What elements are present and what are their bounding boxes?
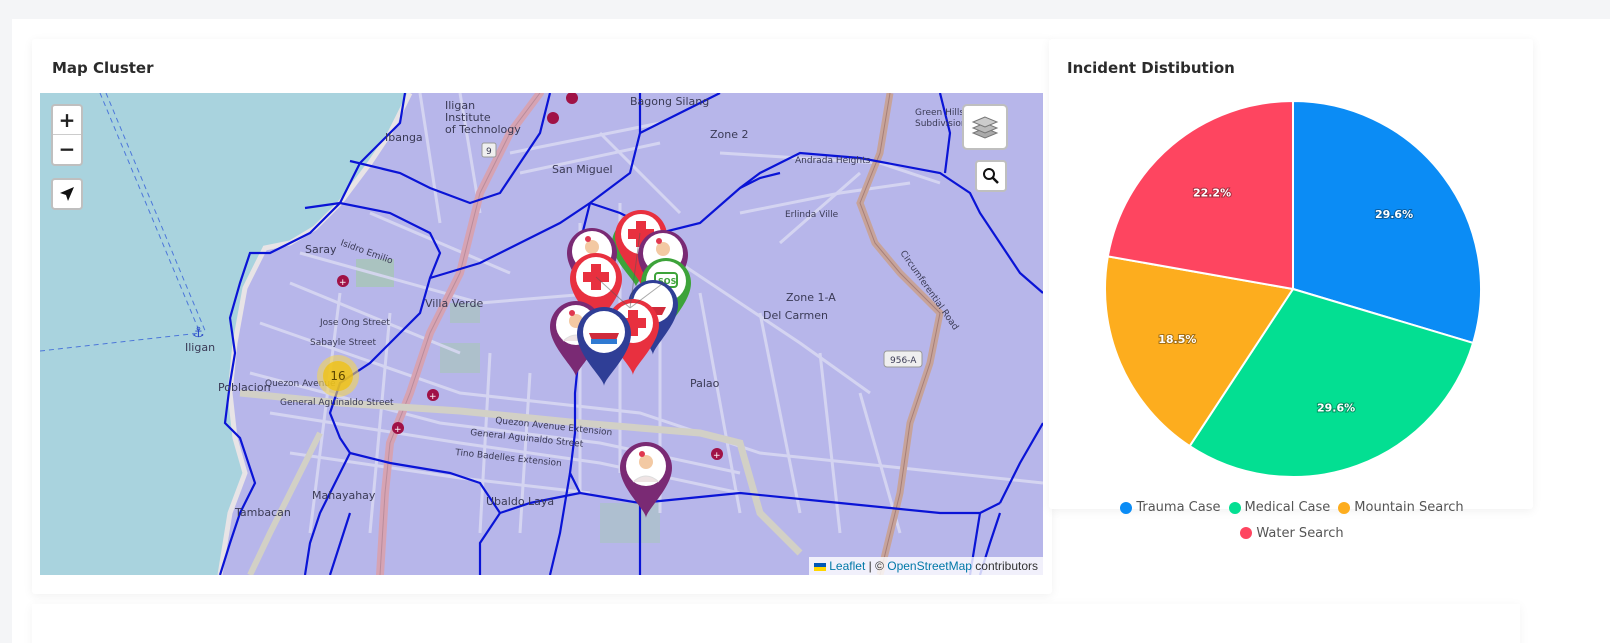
svg-text:Andrada Heights: Andrada Heights — [795, 156, 871, 166]
legend-marker — [1120, 501, 1133, 514]
water-rescue-marker — [577, 307, 631, 386]
layers-icon — [971, 116, 999, 139]
svg-text:Zone 1-A: Zone 1-A — [786, 291, 836, 304]
svg-text:956-A: 956-A — [890, 356, 917, 366]
legend-marker — [1228, 501, 1241, 514]
map-cluster-card: Map Cluster Iligan Institute of Technolo… — [32, 39, 1052, 594]
chart-legend: Trauma Case Medical Case Mountain Search Wa… — [1050, 496, 1534, 547]
legend-marker — [1240, 527, 1253, 539]
attribution-suffix: contributors — [971, 559, 1038, 573]
svg-text:Erlinda Ville: Erlinda Ville — [785, 210, 839, 220]
zoom-in-button[interactable]: + — [53, 106, 81, 135]
zoom-control: + − — [51, 104, 83, 166]
leaflet-link[interactable]: Leaflet — [829, 559, 865, 573]
pie-chart[interactable]: 29.6% 29.6% 18.5% 22.2% — [1049, 39, 1533, 509]
svg-text:Zone 2: Zone 2 — [710, 128, 749, 141]
attribution-separator: | © — [865, 559, 888, 573]
layers-button[interactable] — [962, 104, 1008, 150]
pie-value-label: 29.6% — [1375, 208, 1413, 221]
svg-text:Green Hills: Green Hills — [915, 108, 964, 118]
pie-value-label: 29.6% — [1317, 401, 1355, 414]
svg-text:Subdivision: Subdivision — [915, 119, 967, 129]
legend-marker — [1338, 501, 1351, 514]
svg-text:+: + — [394, 425, 402, 435]
location-arrow-icon — [60, 187, 74, 201]
svg-text:+: + — [339, 278, 347, 288]
svg-text:Saray: Saray — [305, 243, 337, 256]
bay-water — [40, 93, 410, 575]
marker-cluster[interactable]: 16 — [317, 355, 359, 397]
svg-text:General Aguinaldo Street: General Aguinaldo Street — [280, 398, 394, 408]
svg-text:of Technology: of Technology — [445, 123, 521, 136]
legend-label: Mountain Search — [1354, 500, 1464, 515]
svg-text:Sabayle Street: Sabayle Street — [310, 338, 376, 348]
svg-text:Circumferential Road: Circumferential Road — [898, 249, 960, 332]
svg-text:Iligan: Iligan — [185, 341, 215, 354]
legend-label: Trauma Case — [1136, 500, 1221, 515]
svg-text:+: + — [429, 392, 437, 402]
cluster-count: 16 — [323, 361, 353, 391]
svg-text:Mahayahay: Mahayahay — [312, 489, 376, 502]
svg-text:Ubaldo Laya: Ubaldo Laya — [486, 495, 554, 508]
locate-button[interactable] — [51, 178, 83, 210]
osm-link[interactable]: OpenStreetMap — [887, 559, 972, 573]
search-button[interactable] — [975, 160, 1007, 192]
legend-item[interactable]: Trauma Case — [1120, 496, 1221, 519]
svg-text:Del Carmen: Del Carmen — [763, 309, 828, 322]
pie-value-label: 22.2% — [1193, 187, 1231, 200]
svg-text:Ibanga: Ibanga — [385, 131, 423, 144]
search-icon — [983, 168, 999, 184]
incident-distribution-card: Incident Distibution 29.6% 29.6% 18.5% 22.2… — [1049, 39, 1533, 509]
map-view[interactable]: Iligan Institute of Technology Ibanga Zo… — [40, 93, 1043, 575]
legend-item[interactable]: Water Search — [1240, 522, 1344, 545]
svg-text:Bagong Silang: Bagong Silang — [630, 95, 709, 108]
legend-item[interactable]: Mountain Search — [1338, 496, 1464, 519]
map-attribution: Leaflet | © OpenStreetMap contributors — [809, 557, 1043, 575]
svg-text:San Miguel: San Miguel — [552, 163, 613, 176]
svg-text:Villa Verde: Villa Verde — [425, 297, 483, 310]
anchor-icon: ⚓ — [192, 325, 205, 341]
pie-value-label: 18.5% — [1158, 333, 1196, 346]
svg-text:Palao: Palao — [690, 377, 720, 390]
svg-text:Poblacion: Poblacion — [218, 381, 271, 394]
ukraine-flag-icon — [814, 562, 827, 571]
bottom-card — [32, 604, 1520, 643]
legend-label: Water Search — [1256, 525, 1344, 541]
legend-label: Medical Case — [1244, 500, 1331, 515]
zoom-out-button[interactable]: − — [53, 135, 81, 164]
legend-item[interactable]: Medical Case — [1228, 496, 1331, 519]
map-tiles[interactable]: Iligan Institute of Technology Ibanga Zo… — [40, 93, 1043, 575]
svg-text:Jose Ong Street: Jose Ong Street — [319, 318, 390, 328]
svg-text:Tambacan: Tambacan — [234, 506, 291, 519]
svg-text:9: 9 — [486, 147, 492, 157]
svg-text:+: + — [713, 451, 721, 461]
map-card-title: Map Cluster — [52, 59, 154, 77]
